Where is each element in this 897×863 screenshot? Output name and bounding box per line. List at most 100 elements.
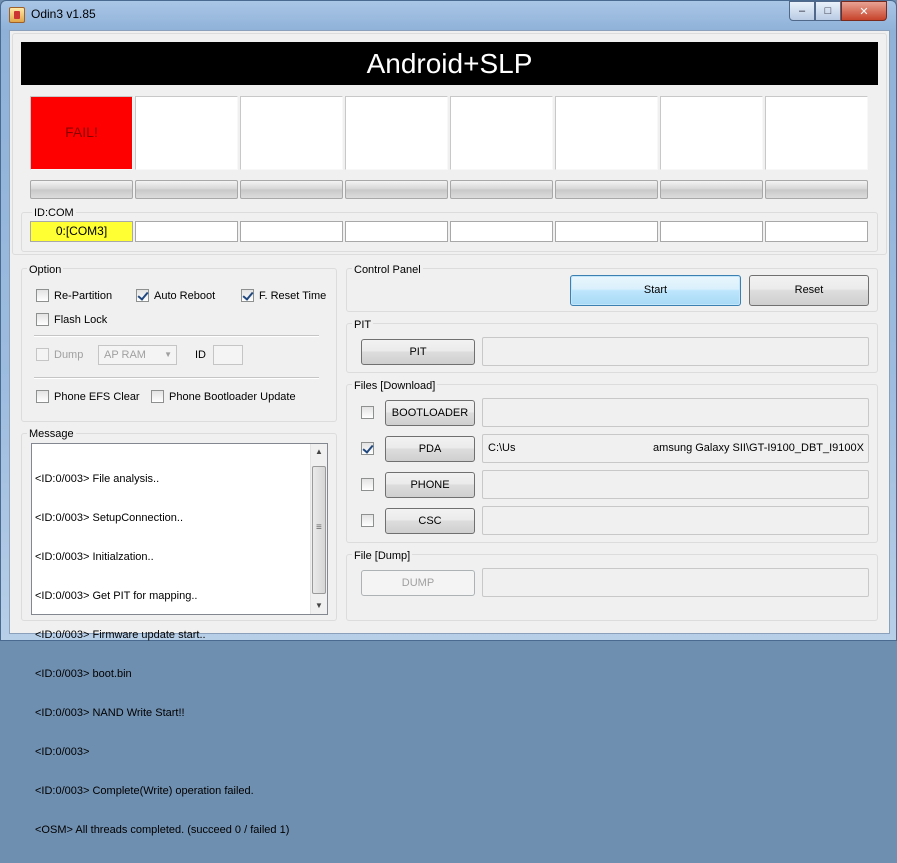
com-port-5 xyxy=(450,221,553,242)
bootloader-path-field[interactable] xyxy=(482,398,869,427)
dump-checkbox[interactable] xyxy=(36,348,49,361)
status-cell-6 xyxy=(555,96,658,170)
pda-path-right: amsung Galaxy SII\GT-I9100_DBT_I9100X xyxy=(653,442,864,454)
reset-button[interactable]: Reset xyxy=(749,275,869,306)
dump-option[interactable]: Dump xyxy=(36,348,83,361)
id-label: ID xyxy=(195,349,206,361)
message-line: <ID:0/003> File analysis.. xyxy=(35,473,160,485)
status-cell-7 xyxy=(660,96,763,170)
message-line: <ID:0/003> Get PIT for mapping.. xyxy=(35,590,198,602)
pda-checkbox[interactable] xyxy=(361,442,374,455)
pit-path-field[interactable] xyxy=(482,337,869,366)
start-button[interactable]: Start xyxy=(570,275,741,306)
pda-path-field[interactable]: C:\Us amsung Galaxy SII\GT-I9100_DBT_I91… xyxy=(482,434,869,463)
phone-button[interactable]: PHONE xyxy=(385,472,475,498)
idcom-label: ID:COM xyxy=(32,207,76,219)
message-line: <ID:0/003> boot.bin xyxy=(35,668,132,680)
message-line: <ID:0/003> SetupConnection.. xyxy=(35,512,183,524)
flash-lock-option[interactable]: Flash Lock xyxy=(36,313,107,326)
phone-bootloader-update-label: Phone Bootloader Update xyxy=(169,390,296,403)
phone-efs-clear-label: Phone EFS Clear xyxy=(54,390,140,403)
message-scrollbar[interactable]: ▲ ▼ xyxy=(310,444,327,614)
status-cell-2 xyxy=(135,96,238,170)
com-port-2 xyxy=(135,221,238,242)
message-lines: <ID:0/003> File analysis.. <ID:0/003> Se… xyxy=(35,447,310,863)
option-divider-1 xyxy=(34,335,319,337)
progress-bar-3 xyxy=(240,180,343,199)
re-partition-checkbox[interactable] xyxy=(36,289,49,302)
control-panel-title: Control Panel xyxy=(352,264,423,276)
dump-type-select[interactable]: AP RAM ▼ xyxy=(98,345,177,365)
status-cell-3 xyxy=(240,96,343,170)
re-partition-label: Re-Partition xyxy=(54,289,113,302)
progress-bar-4 xyxy=(345,180,448,199)
progress-bar-6 xyxy=(555,180,658,199)
message-title: Message xyxy=(27,428,76,440)
dump-label: Dump xyxy=(54,348,84,361)
minimize-button[interactable]: – xyxy=(789,1,815,21)
option-title: Option xyxy=(27,264,64,276)
flash-lock-label: Flash Lock xyxy=(54,313,108,326)
phone-efs-clear-option[interactable]: Phone EFS Clear xyxy=(36,390,140,403)
pda-button[interactable]: PDA xyxy=(385,436,475,462)
com-port-7 xyxy=(660,221,763,242)
window-title: Odin3 v1.85 xyxy=(31,7,96,21)
pda-path-left: C:\Us xyxy=(488,442,516,454)
bootloader-button[interactable]: BOOTLOADER xyxy=(385,400,475,426)
odin-app-icon xyxy=(9,7,25,23)
flash-lock-checkbox[interactable] xyxy=(36,313,49,326)
banner-title: Android+SLP xyxy=(21,42,878,85)
message-line: <ID:0/003> Complete(Write) operation fai… xyxy=(35,785,254,797)
com-port-6 xyxy=(555,221,658,242)
re-partition-option[interactable]: Re-Partition xyxy=(36,289,112,302)
progress-bar-7 xyxy=(660,180,763,199)
message-line: <ID:0/003> Initialzation.. xyxy=(35,551,154,563)
bootloader-checkbox[interactable] xyxy=(361,406,374,419)
com-port-8 xyxy=(765,221,868,242)
scroll-up-icon[interactable]: ▲ xyxy=(311,444,327,460)
progress-bar-5 xyxy=(450,180,553,199)
phone-checkbox[interactable] xyxy=(361,478,374,491)
close-button[interactable]: ✕ xyxy=(841,1,887,21)
csc-path-field[interactable] xyxy=(482,506,869,535)
phone-path-field[interactable] xyxy=(482,470,869,499)
message-log[interactable]: <ID:0/003> File analysis.. <ID:0/003> Se… xyxy=(31,443,328,836)
option-divider-2 xyxy=(34,377,319,379)
dump-path-field[interactable] xyxy=(482,568,869,597)
dump-select-value: AP RAM xyxy=(104,349,146,361)
progress-bar-2 xyxy=(135,180,238,199)
dump-button[interactable]: DUMP xyxy=(361,570,475,596)
f-reset-time-option[interactable]: F. Reset Time xyxy=(241,289,326,302)
com-port-3 xyxy=(240,221,343,242)
auto-reboot-checkbox[interactable] xyxy=(136,289,149,302)
scroll-thumb[interactable] xyxy=(312,466,326,594)
f-reset-time-checkbox[interactable] xyxy=(241,289,254,302)
csc-checkbox[interactable] xyxy=(361,514,374,527)
message-line: <OSM> All threads completed. (succeed 0 … xyxy=(35,824,290,836)
pit-button[interactable]: PIT xyxy=(361,339,475,365)
message-line: <ID:0/003> Firmware update start.. xyxy=(35,629,206,641)
phone-bootloader-update-checkbox[interactable] xyxy=(151,390,164,403)
scroll-down-icon[interactable]: ▼ xyxy=(311,598,327,614)
message-line: <ID:0/003> xyxy=(35,746,90,758)
status-cell-8 xyxy=(765,96,868,170)
com-port-1: 0:[COM3] xyxy=(30,221,133,242)
status-cell-1: FAIL! xyxy=(30,96,133,170)
phone-bootloader-update-option[interactable]: Phone Bootloader Update xyxy=(151,390,296,403)
progress-bar-1 xyxy=(30,180,133,199)
chevron-down-icon: ▼ xyxy=(164,350,172,359)
title-bar[interactable]: Odin3 v1.85 – □ ✕ xyxy=(1,1,897,29)
status-cell-4 xyxy=(345,96,448,170)
auto-reboot-option[interactable]: Auto Reboot xyxy=(136,289,215,302)
auto-reboot-label: Auto Reboot xyxy=(154,289,216,302)
progress-bar-8 xyxy=(765,180,868,199)
maximize-button[interactable]: □ xyxy=(815,1,841,21)
id-input[interactable] xyxy=(213,345,243,365)
pit-title: PIT xyxy=(352,319,374,331)
file-dump-title: File [Dump] xyxy=(352,550,413,562)
odin-window: Odin3 v1.85 – □ ✕ Android+SLP FAIL! ID:C… xyxy=(0,0,897,836)
csc-button[interactable]: CSC xyxy=(385,508,475,534)
client-area: Android+SLP FAIL! ID:COM 0:[COM3] Option… xyxy=(9,30,890,836)
files-download-title: Files [Download] xyxy=(352,380,438,392)
phone-efs-clear-checkbox[interactable] xyxy=(36,390,49,403)
